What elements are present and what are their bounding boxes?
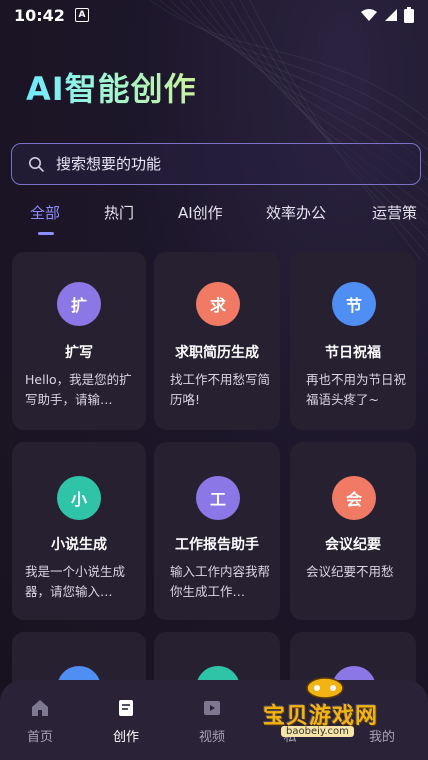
- expand-badge-icon: 扩: [57, 282, 101, 326]
- signal-icon: [385, 9, 397, 21]
- category-tabs: 全部 热门 AI创作 效率办公 运营策: [0, 202, 428, 236]
- nav-label: 创作: [112, 730, 139, 745]
- card-title: 求职简历生成: [175, 345, 259, 361]
- work-report-badge-icon: 工: [196, 476, 240, 520]
- page-title: AI智能创作: [26, 64, 197, 110]
- app-screen: 10:42 A AI智能创作 全部 热门 AI创作 效率办公 运营: [0, 0, 428, 760]
- card-description: Hello，我是您的扩写助手，请输…: [25, 372, 132, 407]
- watermark-url: baobeiy.com: [281, 726, 354, 737]
- nav-home[interactable]: 首页: [0, 680, 80, 760]
- tool-card-novel[interactable]: 小 小说生成 我是一个小说生成器，请您输入…: [12, 442, 146, 620]
- card-description: 我是一个小说生成器，请您输入…: [25, 564, 126, 599]
- holiday-badge-icon: 节: [332, 282, 376, 326]
- novel-badge-icon: 小: [57, 476, 101, 520]
- nav-label: 首页: [26, 730, 53, 745]
- tab-operations[interactable]: 运营策: [372, 202, 417, 223]
- active-tab-indicator: [38, 232, 54, 235]
- status-icons: [360, 7, 414, 23]
- status-bar: 10:42 A: [0, 0, 428, 30]
- tab-all[interactable]: 全部: [30, 202, 60, 223]
- card-title: 工作报告助手: [175, 537, 259, 553]
- battery-icon: [404, 7, 414, 23]
- search-input[interactable]: [56, 155, 376, 173]
- tab-hot[interactable]: 热门: [104, 202, 134, 223]
- card-description: 找工作不用愁写简历咯!: [170, 372, 271, 407]
- card-description: 会议纪要不用愁: [306, 564, 394, 579]
- tab-ai-creation[interactable]: AI创作: [178, 202, 223, 223]
- card-title: 小说生成: [51, 537, 107, 553]
- tool-card-work-report[interactable]: 工 工作报告助手 输入工作内容我帮你生成工作…: [154, 442, 280, 620]
- gamepad-logo-icon: [306, 677, 344, 699]
- card-description: 再也不用为节日祝福语头疼了~: [306, 372, 407, 407]
- tool-card-holiday[interactable]: 节 节日祝福 再也不用为节日祝福语头疼了~: [290, 252, 416, 430]
- card-description: 输入工作内容我帮你生成工作…: [170, 564, 271, 599]
- home-icon: [32, 700, 48, 716]
- tool-card-resume[interactable]: 求 求职简历生成 找工作不用愁写简历咯!: [154, 252, 280, 430]
- video-icon: [204, 701, 220, 715]
- card-title: 会议纪要: [325, 537, 381, 553]
- tab-office-efficiency[interactable]: 效率办公: [266, 202, 326, 223]
- nav-create[interactable]: 创作: [86, 680, 166, 760]
- nav-video[interactable]: 视频: [172, 680, 252, 760]
- resume-badge-icon: 求: [196, 282, 240, 326]
- create-icon: [119, 700, 133, 716]
- status-time: 10:42: [14, 5, 65, 25]
- tool-card-meeting[interactable]: 会 会议纪要 会议纪要不用愁: [290, 442, 416, 620]
- watermark: 宝贝游戏网 baobeiy.com: [255, 672, 425, 752]
- nav-label: 视频: [198, 730, 225, 745]
- wifi-icon: [361, 9, 377, 21]
- search-icon: [29, 157, 44, 172]
- meeting-badge-icon: 会: [332, 476, 376, 520]
- card-title: 扩写: [65, 345, 93, 361]
- notification-app-icon: A: [74, 8, 89, 22]
- card-title: 节日祝福: [325, 345, 381, 361]
- search-bar[interactable]: [11, 143, 421, 185]
- tool-card-expand[interactable]: 扩 扩写 Hello，我是您的扩写助手，请输…: [12, 252, 146, 430]
